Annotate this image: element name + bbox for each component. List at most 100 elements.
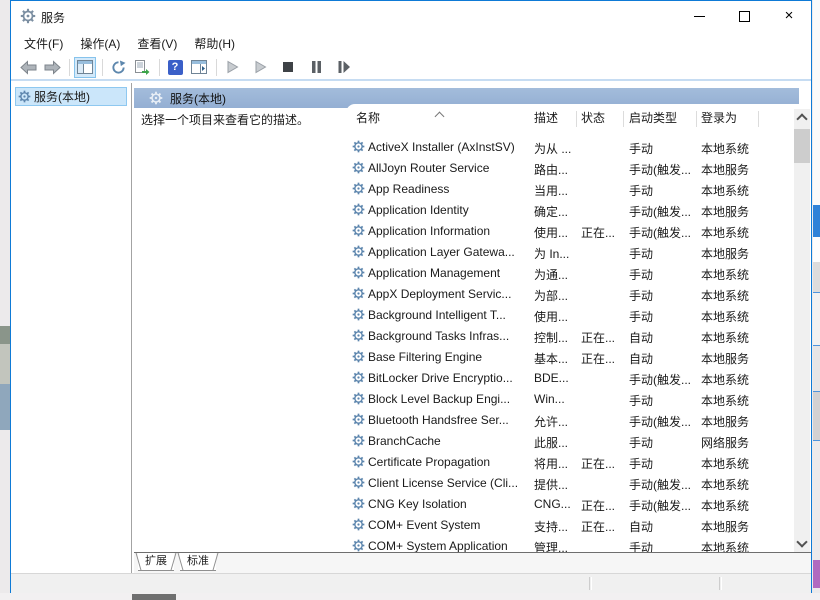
cell-name: AllJoyn Router Service [368,161,532,175]
table-row[interactable]: Background Tasks Infras...控制...正在...自动本地… [346,326,792,347]
console-tree-pane [12,83,131,573]
desktop: 服务 × 文件(F) 操作(A) 查看(V) 帮助(H) [0,0,820,600]
table-row[interactable]: Client License Service (Cli...提供...手动(触发… [346,473,792,494]
table-row[interactable]: Application Information使用...正在...手动(触发..… [346,221,792,242]
table-row[interactable]: AppX Deployment Servic...为部...手动本地系统 [346,284,792,305]
tab-strip: 扩展标准 [134,553,811,573]
column-separator[interactable] [576,111,577,127]
table-row[interactable]: Application Identity确定...手动(触发...本地服务 [346,200,792,221]
cell-desc: 提供... [534,476,579,493]
forward-button[interactable] [41,57,63,78]
column-separator[interactable] [623,111,624,127]
cell-logon: 本地系统 [701,287,761,304]
help-button[interactable]: ? [164,57,186,78]
service-gear-icon [352,329,365,342]
scroll-up-button[interactable] [794,109,810,126]
start-service-button[interactable] [221,57,243,78]
cell-name: CNG Key Isolation [368,497,532,511]
maximize-button[interactable] [727,1,761,31]
cell-status: 正在... [581,224,627,241]
window-title: 服务 [41,9,65,26]
stop-service-button[interactable] [277,57,299,78]
export-list-icon [134,60,150,75]
cell-logon: 本地系统 [701,182,761,199]
cell-desc: 将用... [534,455,579,472]
scrollbar-thumb[interactable] [794,129,810,163]
cell-name: BitLocker Drive Encryptio... [368,371,532,385]
cell-desc: CNG... [534,497,579,511]
cell-startup: 手动 [629,539,699,552]
desktop-background-fragment [0,593,820,600]
tab-0[interactable]: 扩展 [138,553,174,571]
tab-1[interactable]: 标准 [180,553,216,571]
table-row[interactable]: Background Intelligent T...使用...手动本地系统 [346,305,792,326]
cell-startup: 手动 [629,140,699,157]
back-button[interactable] [17,57,39,78]
table-row[interactable]: BitLocker Drive Encryptio...BDE...手动(触发.… [346,368,792,389]
table-row[interactable]: Certificate Propagation将用...正在...手动本地系统 [346,452,792,473]
cell-logon: 本地系统 [701,308,761,325]
pause-icon [310,60,323,74]
console-tree-toggle-button[interactable] [74,57,96,78]
column-header-0[interactable]: 名称 [356,109,526,129]
minimize-button[interactable] [682,1,716,31]
pause-service-button[interactable] [305,57,327,78]
export-list-button[interactable] [131,57,153,78]
cell-logon: 本地服务 [701,245,761,262]
table-row[interactable]: Block Level Backup Engi...Win...手动本地系统 [346,389,792,410]
cell-desc: 使用... [534,308,579,325]
cell-desc: 为通... [534,266,579,283]
menu-item-3[interactable]: 帮助(H) [189,33,240,54]
cell-startup: 手动 [629,434,699,451]
refresh-button[interactable] [107,57,129,78]
table-row[interactable]: CNG Key IsolationCNG...正在...手动(触发...本地系统 [346,494,792,515]
table-row[interactable]: Application Management为通...手动本地系统 [346,263,792,284]
cell-name: Application Identity [368,203,532,217]
cell-logon: 本地系统 [701,455,761,472]
table-row[interactable]: App Readiness当用...手动本地系统 [346,179,792,200]
close-button[interactable]: × [772,1,806,31]
cell-status: 正在... [581,350,627,367]
column-separator[interactable] [696,111,697,127]
action-pane-toggle-button[interactable] [188,57,210,78]
column-header-2[interactable]: 状态 [581,109,621,129]
column-separator[interactable] [758,111,759,127]
tree-item-services-local[interactable]: 服务(本地) [15,87,127,106]
table-row[interactable]: Application Layer Gatewa...为 In...手动本地服务 [346,242,792,263]
resume-service-button[interactable] [249,57,271,78]
cell-desc: 此服... [534,434,579,451]
menu-item-2[interactable]: 查看(V) [132,33,182,54]
table-row[interactable]: COM+ Event System支持...正在...自动本地服务 [346,515,792,536]
title-bar[interactable]: 服务 × [11,1,811,31]
service-gear-icon [352,371,365,384]
column-header-1[interactable]: 描述 [534,109,574,129]
vertical-scrollbar[interactable] [794,109,810,552]
cell-logon: 本地系统 [701,371,761,388]
menu-item-0[interactable]: 文件(F) [19,33,68,54]
service-gear-icon [352,287,365,300]
restart-service-button[interactable] [333,57,355,78]
cell-logon: 本地服务 [701,350,761,367]
cell-desc: 支持... [534,518,579,535]
cell-startup: 手动(触发... [629,413,699,430]
service-gear-icon [352,476,365,489]
toolbar-separator [102,59,103,76]
table-row[interactable]: Base Filtering Engine基本...正在...自动本地服务 [346,347,792,368]
table-row[interactable]: COM+ System Application管理...手动本地系统 [346,536,792,552]
cell-name: Application Management [368,266,532,280]
table-row[interactable]: BranchCache此服...手动网络服务 [346,431,792,452]
table-row[interactable]: ActiveX Installer (AxInstSV)为从 ...手动本地系统 [346,137,792,158]
cell-desc: 使用... [534,224,579,241]
cell-startup: 手动(触发... [629,476,699,493]
cell-startup: 手动 [629,308,699,325]
cell-logon: 本地系统 [701,224,761,241]
table-row[interactable]: Bluetooth Handsfree Ser...允许...手动(触发...本… [346,410,792,431]
column-header-4[interactable]: 登录为 [701,109,757,129]
menu-item-1[interactable]: 操作(A) [75,33,125,54]
cell-desc: 控制... [534,329,579,346]
cell-name: App Readiness [368,182,532,196]
cell-name: BranchCache [368,434,532,448]
scroll-down-button[interactable] [794,535,810,552]
column-header-3[interactable]: 启动类型 [629,109,693,129]
table-row[interactable]: AllJoyn Router Service路由...手动(触发...本地服务 [346,158,792,179]
